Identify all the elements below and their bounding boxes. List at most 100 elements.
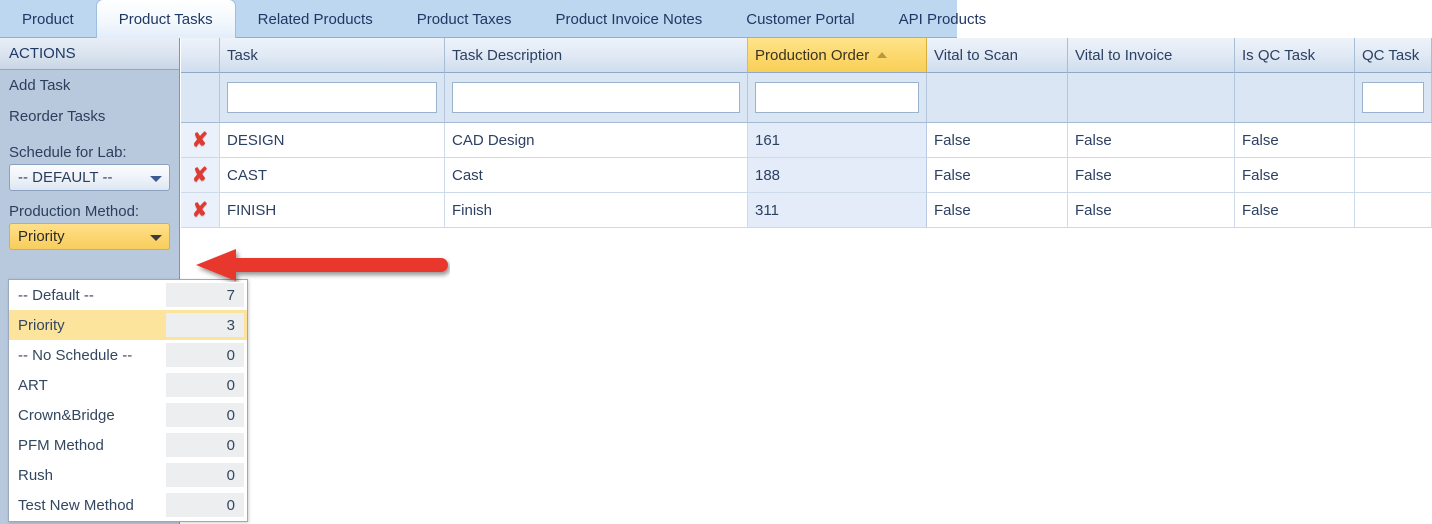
sidebar-item-reorder-tasks[interactable]: Reorder Tasks <box>0 101 179 132</box>
tab-product[interactable]: Product <box>0 0 96 38</box>
tab-label: API Products <box>898 10 987 28</box>
dropdown-item[interactable]: ART 0 <box>9 370 247 400</box>
sidebar-item-add-task[interactable]: Add Task <box>0 70 179 101</box>
column-header-label: Task <box>227 46 258 64</box>
delete-row-button[interactable]: ✘ <box>181 123 220 158</box>
dropdown-item[interactable]: -- Default -- 7 <box>9 280 247 310</box>
dropdown-item[interactable]: Priority 3 <box>9 310 247 340</box>
grid-header-production-order[interactable]: Production Order <box>748 38 927 73</box>
cell-task[interactable]: FINISH <box>220 193 445 228</box>
cell-task[interactable]: DESIGN <box>220 123 445 158</box>
cell-production-order[interactable]: 311 <box>748 193 927 228</box>
tab-api-products[interactable]: API Products <box>877 0 1009 38</box>
schedule-for-lab-label: Schedule for Lab: <box>9 144 127 161</box>
cell-vital-to-invoice[interactable]: False <box>1068 158 1235 193</box>
grid-header-is-qc-task[interactable]: Is QC Task <box>1235 38 1355 73</box>
grid-filter-cell-vital-to-scan <box>927 73 1068 123</box>
dropdown-item[interactable]: PFM Method 0 <box>9 430 247 460</box>
grid-header-qc-task[interactable]: QC Task <box>1355 38 1432 73</box>
delete-x-icon: ✘ <box>192 198 208 222</box>
tab-list: Product Product Tasks Related Products Prod… <box>0 0 1008 38</box>
production-method-label: Production Method: <box>9 203 140 220</box>
dropdown-item-label: Test New Method <box>18 496 134 514</box>
filter-input-qc-task[interactable] <box>1362 82 1424 113</box>
cell-vital-to-scan[interactable]: False <box>927 193 1068 228</box>
cell-vital-to-scan[interactable]: False <box>927 158 1068 193</box>
production-method-dropdown-list[interactable]: -- Default -- 7 Priority 3 -- No Schedule --… <box>8 279 248 522</box>
cell-task-description[interactable]: Finish <box>445 193 748 228</box>
cell-value: False <box>934 131 971 149</box>
tab-label: Product Taxes <box>416 10 512 28</box>
cell-vital-to-invoice[interactable]: False <box>1068 193 1235 228</box>
grid-header-task[interactable]: Task <box>220 38 445 73</box>
filter-input-production-order[interactable] <box>755 82 919 113</box>
delete-row-button[interactable]: ✘ <box>181 193 220 228</box>
column-header-label: Vital to Invoice <box>1075 46 1173 64</box>
tab-customer-portal[interactable]: Customer Portal <box>724 0 876 38</box>
chevron-down-icon <box>150 175 162 182</box>
schedule-for-lab-combo[interactable]: -- DEFAULT -- <box>9 164 170 191</box>
cell-value: False <box>934 166 971 184</box>
tab-related-products[interactable]: Related Products <box>236 0 395 38</box>
filter-input-task[interactable] <box>227 82 437 113</box>
dropdown-item[interactable]: Crown&Bridge 0 <box>9 400 247 430</box>
table-row[interactable]: ✘ DESIGN CAD Design 161 False False False <box>181 123 1432 158</box>
dropdown-item[interactable]: Rush 0 <box>9 460 247 490</box>
dropdown-item[interactable]: Test New Method 0 <box>9 490 247 520</box>
cell-value: DESIGN <box>227 131 285 149</box>
tab-product-invoice-notes[interactable]: Product Invoice Notes <box>534 0 725 38</box>
sidebar-item-label: Reorder Tasks <box>9 108 106 125</box>
column-header-label: Is QC Task <box>1242 46 1316 64</box>
dropdown-item-label: Rush <box>18 466 54 484</box>
cell-value: FINISH <box>227 201 277 219</box>
cell-production-order[interactable]: 161 <box>748 123 927 158</box>
production-method-combo[interactable]: Priority <box>9 223 170 250</box>
cell-task-description[interactable]: Cast <box>445 158 748 193</box>
cell-vital-to-invoice[interactable]: False <box>1068 123 1235 158</box>
cell-task[interactable]: CAST <box>220 158 445 193</box>
cell-value: 311 <box>755 201 779 219</box>
sort-ascending-icon <box>877 52 888 58</box>
product-tasks-screen: Product Product Tasks Related Products Prod… <box>0 0 1432 524</box>
dropdown-item[interactable]: -- No Schedule -- 0 <box>9 340 247 370</box>
cell-task-description[interactable]: CAD Design <box>445 123 748 158</box>
product-tasks-grid: Task Task Description Production Order Vita… <box>181 38 1432 524</box>
table-row[interactable]: ✘ CAST Cast 188 False False False <box>181 158 1432 193</box>
cell-production-order[interactable]: 188 <box>748 158 927 193</box>
grid-filter-cell-vital-to-invoice <box>1068 73 1235 123</box>
dropdown-item-count: 0 <box>166 343 244 367</box>
sidebar-item-label: Add Task <box>9 77 71 94</box>
cell-value: CAD Design <box>452 131 535 149</box>
column-header-label: Vital to Scan <box>934 46 1018 64</box>
grid-header-task-description[interactable]: Task Description <box>445 38 748 73</box>
cell-value: False <box>1075 201 1112 219</box>
cell-value: 188 <box>755 166 781 184</box>
cell-value: Finish <box>452 201 493 219</box>
cell-qc-task[interactable] <box>1355 193 1432 228</box>
dropdown-item-label: Crown&Bridge <box>18 406 115 424</box>
cell-qc-task[interactable] <box>1355 123 1432 158</box>
cell-value: 161 <box>755 131 781 149</box>
grid-header-vital-to-invoice[interactable]: Vital to Invoice <box>1068 38 1235 73</box>
dropdown-item-count: 0 <box>166 373 244 397</box>
grid-filter-cell-production-order <box>748 73 927 123</box>
cell-value: False <box>1242 131 1279 149</box>
dropdown-item-label: -- No Schedule -- <box>18 346 133 364</box>
cell-value: False <box>1242 201 1279 219</box>
cell-is-qc-task[interactable]: False <box>1235 158 1355 193</box>
cell-is-qc-task[interactable]: False <box>1235 193 1355 228</box>
production-method-value: Priority <box>18 228 65 245</box>
table-row[interactable]: ✘ FINISH Finish 311 False False False <box>181 193 1432 228</box>
tab-product-taxes[interactable]: Product Taxes <box>395 0 534 38</box>
tab-product-tasks[interactable]: Product Tasks <box>95 0 236 38</box>
dropdown-item-label: PFM Method <box>18 436 104 454</box>
delete-row-button[interactable]: ✘ <box>181 158 220 193</box>
delete-x-icon: ✘ <box>192 163 208 187</box>
grid-header-vital-to-scan[interactable]: Vital to Scan <box>927 38 1068 73</box>
column-header-label: QC Task <box>1362 46 1420 64</box>
cell-vital-to-scan[interactable]: False <box>927 123 1068 158</box>
filter-input-task-description[interactable] <box>452 82 740 113</box>
cell-qc-task[interactable] <box>1355 158 1432 193</box>
cell-is-qc-task[interactable]: False <box>1235 123 1355 158</box>
dropdown-item-count: 0 <box>166 433 244 457</box>
